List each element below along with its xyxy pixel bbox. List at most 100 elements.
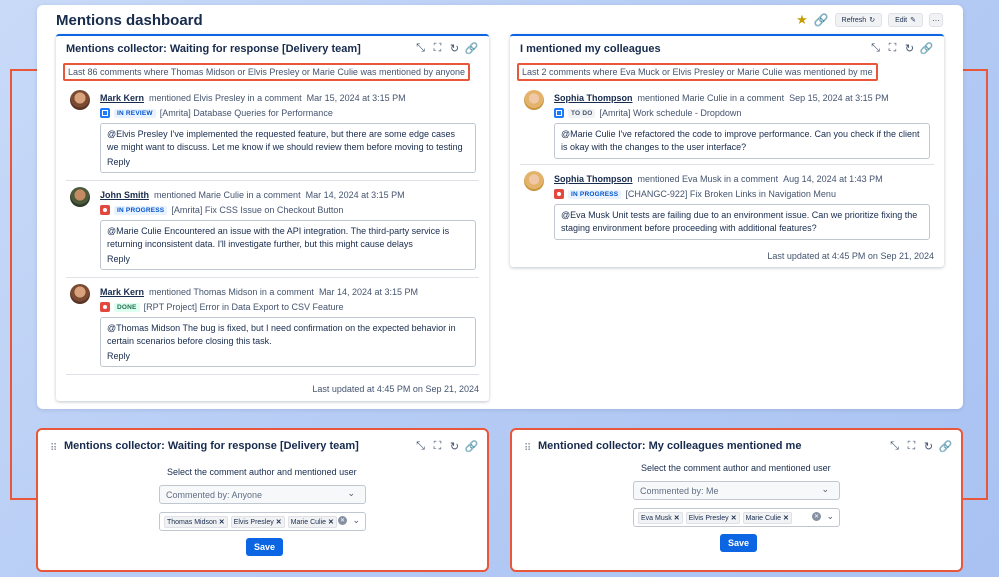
drag-handle-icon[interactable]: ⠿ — [524, 443, 531, 454]
gadget-title: Mentions collector: Waiting for response… — [66, 43, 361, 55]
user-chip[interactable]: Marie Culie ✕ — [742, 511, 792, 524]
refresh-icon[interactable]: ↻ — [448, 440, 461, 453]
chip-label: Thomas Midson — [167, 518, 217, 526]
chip-label: Eva Musk — [641, 514, 672, 522]
more-label: ··· — [932, 15, 940, 25]
collapse-icon[interactable]: ⤡ — [888, 440, 901, 453]
page-title: Mentions dashboard — [56, 12, 203, 29]
more-button[interactable]: ··· — [929, 13, 943, 27]
remove-icon[interactable]: ✕ — [219, 519, 225, 526]
reply-link[interactable]: Reply — [107, 350, 469, 363]
remove-icon[interactable]: ✕ — [328, 519, 334, 526]
status-badge: DONE — [114, 302, 140, 312]
divider — [66, 277, 479, 278]
chevron-down-icon[interactable]: ⌄ — [352, 515, 360, 526]
reply-link[interactable]: Reply — [107, 156, 469, 169]
issue-line: IN PROGRESS [Amrita] Fix CSS Issue on Ch… — [100, 205, 343, 215]
mention-action: mentioned Marie Culie in a comment — [154, 190, 301, 200]
expand-icon[interactable]: ⛶ — [905, 440, 918, 453]
remove-icon[interactable]: ✕ — [783, 515, 789, 522]
comment-box: @Marie Culie Encountered an issue with t… — [100, 220, 476, 270]
remove-icon[interactable]: ✕ — [276, 519, 282, 526]
link-icon[interactable]: 🔗 — [920, 42, 934, 55]
mentioned-users-select[interactable]: Thomas Midson ✕ Elvis Presley ✕ Marie Culi… — [159, 512, 366, 531]
issue-link[interactable]: [Amrita] Fix CSS Issue on Checkout Butto… — [171, 205, 343, 215]
user-chip[interactable]: Eva Musk ✕ — [638, 511, 683, 524]
save-button[interactable]: Save — [246, 538, 284, 556]
reply-link[interactable]: Reply — [107, 253, 469, 266]
gadget-title: I mentioned my colleagues — [520, 43, 661, 55]
comment-text: @Marie Culie Encountered an issue with t… — [107, 226, 450, 249]
collapse-icon[interactable]: ⤡ — [414, 440, 427, 453]
star-icon[interactable]: ★ — [796, 12, 808, 28]
comment-box: @Thomas Midson The bug is fixed, but I n… — [100, 317, 476, 367]
user-chip[interactable]: Elvis Presley ✕ — [685, 511, 740, 524]
comment-box: @Elvis Presley I've implemented the requ… — [100, 123, 476, 173]
refresh-icon[interactable]: ↻ — [448, 42, 461, 55]
link-icon[interactable]: 🔗 — [939, 440, 953, 453]
expand-icon[interactable]: ⛶ — [431, 440, 444, 453]
refresh-icon: ↻ — [869, 17, 876, 24]
mention-action: mentioned Elvis Presley in a comment — [149, 93, 302, 103]
commented-by-select[interactable]: Commented by: Anyone ⌄ — [159, 485, 366, 504]
right-config-gadget: ⠿ Mentioned collector: My colleagues men… — [510, 428, 963, 572]
comment-text: @Elvis Presley I've implemented the requ… — [107, 129, 463, 152]
user-chip[interactable]: Elvis Presley ✕ — [230, 515, 285, 528]
author-link[interactable]: Sophia Thompson — [554, 174, 633, 184]
link-icon[interactable]: 🔗 — [465, 42, 479, 55]
chevron-down-icon: ⌄ — [821, 484, 829, 494]
remove-icon[interactable]: ✕ — [674, 515, 680, 522]
gadget-actions: ⤡ ⛶ ↻ 🔗 — [888, 440, 952, 453]
comment-text: @Marie Culie I've refactored the code to… — [561, 129, 920, 152]
gadget-subtitle: Last 86 comments where Thomas Midson or … — [63, 63, 471, 81]
drag-handle-icon[interactable]: ⠿ — [50, 443, 57, 454]
task-icon — [100, 108, 110, 118]
author-link[interactable]: Mark Kern — [100, 287, 144, 297]
expand-icon[interactable]: ⛶ — [431, 42, 444, 55]
user-chip[interactable]: Marie Culie ✕ — [287, 515, 337, 528]
bug-icon — [554, 189, 564, 199]
dashboard-toolbar: ★ 🔗 Refresh ↻ Edit ✎ ··· — [796, 12, 943, 28]
divider — [66, 180, 479, 181]
collapse-icon[interactable]: ⤡ — [869, 42, 882, 55]
issue-line: IN PROGRESS [CHANGC-922] Fix Broken Link… — [554, 189, 836, 199]
clear-icon[interactable]: ✕ — [812, 512, 821, 521]
edit-label: Edit — [895, 16, 908, 24]
issue-link[interactable]: [Amrita] Work schedule - Dropdown — [599, 108, 741, 118]
author-link[interactable]: Mark Kern — [100, 93, 144, 103]
edit-button[interactable]: Edit ✎ — [888, 13, 923, 27]
avatar — [524, 171, 544, 191]
refresh-button[interactable]: Refresh ↻ — [834, 13, 883, 27]
commented-by-select[interactable]: Commented by: Me ⌄ — [633, 481, 840, 500]
link-icon[interactable]: 🔗 — [814, 13, 829, 27]
issue-link[interactable]: [RPT Project] Error in Data Export to CS… — [144, 302, 344, 312]
chip-label: Elvis Presley — [233, 518, 274, 526]
link-icon[interactable]: 🔗 — [465, 440, 479, 453]
gadget-title: Mentions collector: Waiting for response… — [64, 440, 359, 452]
refresh-icon[interactable]: ↻ — [903, 42, 916, 55]
issue-line: DONE [RPT Project] Error in Data Export … — [100, 302, 344, 312]
collapse-icon[interactable]: ⤡ — [414, 42, 427, 55]
user-chip[interactable]: Thomas Midson ✕ — [164, 515, 228, 528]
mention-date: Aug 14, 2024 at 1:43 PM — [783, 174, 883, 184]
mentioned-users-select[interactable]: Eva Musk ✕ Elvis Presley ✕ Marie Culie ✕ ✕ … — [633, 508, 840, 527]
mention-action: mentioned Thomas Midson in a comment — [149, 287, 314, 297]
clear-icon[interactable]: ✕ — [338, 516, 347, 525]
save-button[interactable]: Save — [720, 534, 758, 552]
gadget-actions: ⤡ ⛶ ↻ 🔗 — [414, 440, 478, 453]
refresh-icon[interactable]: ↻ — [922, 440, 935, 453]
gadget-subtitle: Last 2 comments where Eva Muck or Elvis … — [517, 63, 878, 81]
author-link[interactable]: Sophia Thompson — [554, 93, 633, 103]
issue-link[interactable]: [CHANGC-922] Fix Broken Links in Navigat… — [625, 189, 836, 199]
issue-link[interactable]: [Amrita] Database Queries for Performanc… — [160, 108, 333, 118]
left-gadget: Mentions collector: Waiting for response… — [56, 34, 489, 401]
author-link[interactable]: John Smith — [100, 190, 149, 200]
divider — [66, 374, 479, 375]
chevron-down-icon[interactable]: ⌄ — [826, 511, 834, 522]
expand-icon[interactable]: ⛶ — [886, 42, 899, 55]
mention-action: mentioned Marie Culie in a comment — [637, 93, 785, 103]
pencil-icon: ✎ — [910, 17, 916, 24]
avatar — [70, 284, 90, 304]
remove-icon[interactable]: ✕ — [731, 515, 737, 522]
divider — [520, 164, 934, 165]
